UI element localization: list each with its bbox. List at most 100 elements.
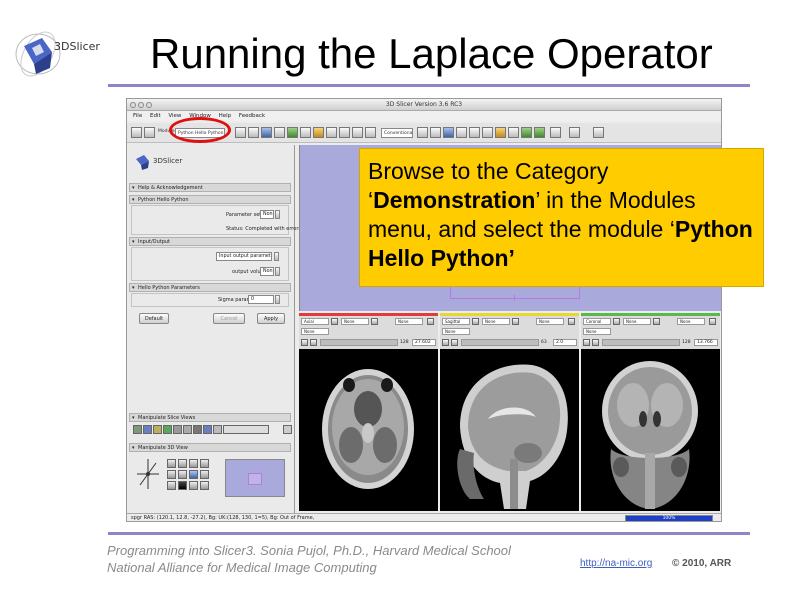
pick-icon[interactable] bbox=[508, 127, 519, 138]
slice-icon[interactable] bbox=[469, 127, 480, 138]
slice-bg-select[interactable]: None bbox=[677, 318, 705, 325]
place-icon[interactable] bbox=[569, 127, 580, 138]
input-volume-spinner[interactable] bbox=[274, 252, 279, 261]
view3d-btn-10-icon[interactable] bbox=[178, 481, 187, 490]
editor-icon[interactable] bbox=[326, 127, 337, 138]
output-volume-spinner[interactable] bbox=[275, 267, 280, 276]
slice-fit-icon[interactable] bbox=[583, 339, 590, 346]
transforms-icon[interactable] bbox=[339, 127, 350, 138]
annotate-icon[interactable] bbox=[456, 127, 467, 138]
slice-bg-select[interactable]: None bbox=[536, 318, 564, 325]
slice-label-select[interactable]: None bbox=[583, 328, 611, 335]
slice-label-select[interactable]: None bbox=[442, 328, 470, 335]
slice-orientation[interactable]: Axial bbox=[301, 318, 329, 325]
fiducials-icon[interactable] bbox=[313, 127, 324, 138]
menu-help[interactable]: Help bbox=[219, 113, 232, 119]
slice-value[interactable]: 27.602 bbox=[412, 339, 436, 346]
view3d-btn-12-icon[interactable] bbox=[200, 481, 209, 490]
view-icon[interactable] bbox=[443, 127, 454, 138]
layout-selector[interactable]: Conventional bbox=[381, 128, 413, 138]
params-section-header[interactable]: Hello Python Parameters bbox=[129, 283, 291, 292]
slice-offset-slider[interactable] bbox=[602, 339, 680, 346]
volumes-icon[interactable] bbox=[287, 127, 298, 138]
home-icon[interactable] bbox=[261, 127, 272, 138]
back-arrow-icon[interactable] bbox=[235, 127, 246, 138]
slice-options-icon[interactable] bbox=[451, 339, 458, 346]
slice-pin-icon[interactable] bbox=[472, 318, 479, 325]
slice-eye-icon[interactable] bbox=[427, 318, 434, 325]
slice-pin-icon[interactable] bbox=[613, 318, 620, 325]
view3d-section-header[interactable]: Manipulate 3D View bbox=[129, 443, 291, 452]
view3d-btn-3-icon[interactable] bbox=[189, 459, 198, 468]
data-icon[interactable] bbox=[274, 127, 285, 138]
slice-link-icon[interactable] bbox=[371, 318, 378, 325]
pointer-icon[interactable] bbox=[593, 127, 604, 138]
slice-viewer-sagittal[interactable]: Sagittal None None None 63 2.0 bbox=[440, 313, 579, 511]
slice-eye-icon[interactable] bbox=[568, 318, 575, 325]
menu-view[interactable]: View bbox=[168, 113, 181, 119]
redo-icon[interactable] bbox=[534, 127, 545, 138]
slice-view-7-icon[interactable] bbox=[193, 425, 202, 434]
slice-view-3-icon[interactable] bbox=[153, 425, 162, 434]
slice-views-section-header[interactable]: Manipulate Slice Views bbox=[129, 413, 291, 422]
parameter-set-select[interactable]: None bbox=[260, 210, 274, 219]
view3d-btn-6-icon[interactable] bbox=[178, 470, 187, 479]
default-button[interactable]: Default bbox=[139, 313, 169, 324]
grid-icon[interactable] bbox=[482, 127, 493, 138]
sigma-spinner[interactable] bbox=[275, 295, 280, 304]
slice-fg-select[interactable]: None bbox=[341, 318, 369, 325]
slice-options-icon[interactable] bbox=[592, 339, 599, 346]
slice-fit-icon[interactable] bbox=[301, 339, 308, 346]
slice-view-5-icon[interactable] bbox=[173, 425, 182, 434]
view3d-btn-1-icon[interactable] bbox=[167, 459, 176, 468]
slice-fg-select[interactable]: None bbox=[482, 318, 510, 325]
slice-viewer-axial[interactable]: Axial None None None 128 27.602 bbox=[299, 313, 438, 511]
slice-fg-select[interactable]: None bbox=[623, 318, 651, 325]
slice-view-4-icon[interactable] bbox=[163, 425, 172, 434]
parameter-set-spinner[interactable] bbox=[275, 210, 280, 219]
slice-view-6-icon[interactable] bbox=[183, 425, 192, 434]
slice-offset-slider[interactable] bbox=[320, 339, 398, 346]
io-section-header[interactable]: Input/Output bbox=[129, 237, 291, 246]
apply-button[interactable]: Apply bbox=[257, 313, 285, 324]
view3d-thumbnail[interactable] bbox=[225, 459, 285, 497]
slice-pin-icon[interactable] bbox=[331, 318, 338, 325]
menu-feedback[interactable]: Feedback bbox=[239, 113, 265, 119]
undo-icon[interactable] bbox=[521, 127, 532, 138]
slice-view-slider[interactable] bbox=[223, 425, 269, 434]
slice-viewer-coronal[interactable]: Coronal None None None 128 13.766 bbox=[581, 313, 720, 511]
ruler-icon[interactable] bbox=[430, 127, 441, 138]
view3d-btn-4-icon[interactable] bbox=[200, 459, 209, 468]
close-window-button[interactable] bbox=[130, 102, 136, 108]
save-icon[interactable] bbox=[144, 127, 155, 138]
slice-view-2-icon[interactable] bbox=[143, 425, 152, 434]
models-icon[interactable] bbox=[300, 127, 311, 138]
sigma-input[interactable]: 0 bbox=[248, 295, 274, 304]
input-volume-select[interactable]: Input output parameter d bbox=[216, 252, 272, 261]
colors-icon[interactable] bbox=[352, 127, 363, 138]
menu-edit[interactable]: Edit bbox=[150, 113, 161, 119]
view3d-btn-8-icon[interactable] bbox=[200, 470, 209, 479]
slice-orientation[interactable]: Sagittal bbox=[442, 318, 470, 325]
slice-view-9-icon[interactable] bbox=[213, 425, 222, 434]
slice-eye-icon[interactable] bbox=[709, 318, 716, 325]
mouse-mode-icon[interactable] bbox=[495, 127, 506, 138]
slice-label-select[interactable]: None bbox=[301, 328, 329, 335]
slice-link-icon[interactable] bbox=[512, 318, 519, 325]
slice-view-1-icon[interactable] bbox=[133, 425, 142, 434]
camera-icon[interactable] bbox=[365, 127, 376, 138]
slice-view-settings-icon[interactable] bbox=[283, 425, 292, 434]
slice-view-8-icon[interactable] bbox=[203, 425, 212, 434]
load-scene-icon[interactable] bbox=[131, 127, 142, 138]
axes-compass-icon[interactable] bbox=[135, 457, 161, 491]
forward-arrow-icon[interactable] bbox=[248, 127, 259, 138]
slice-bg-select[interactable]: None bbox=[395, 318, 423, 325]
help-section-header[interactable]: Help & Acknowledgement bbox=[129, 183, 291, 192]
cancel-button[interactable]: Cancel bbox=[213, 313, 245, 324]
slice-offset-slider[interactable] bbox=[461, 339, 539, 346]
footer-link[interactable]: http://na-mic.org bbox=[580, 558, 652, 569]
minimize-window-button[interactable] bbox=[138, 102, 144, 108]
slice-orientation[interactable]: Coronal bbox=[583, 318, 611, 325]
slice-link-icon[interactable] bbox=[653, 318, 660, 325]
zoom-window-button[interactable] bbox=[146, 102, 152, 108]
